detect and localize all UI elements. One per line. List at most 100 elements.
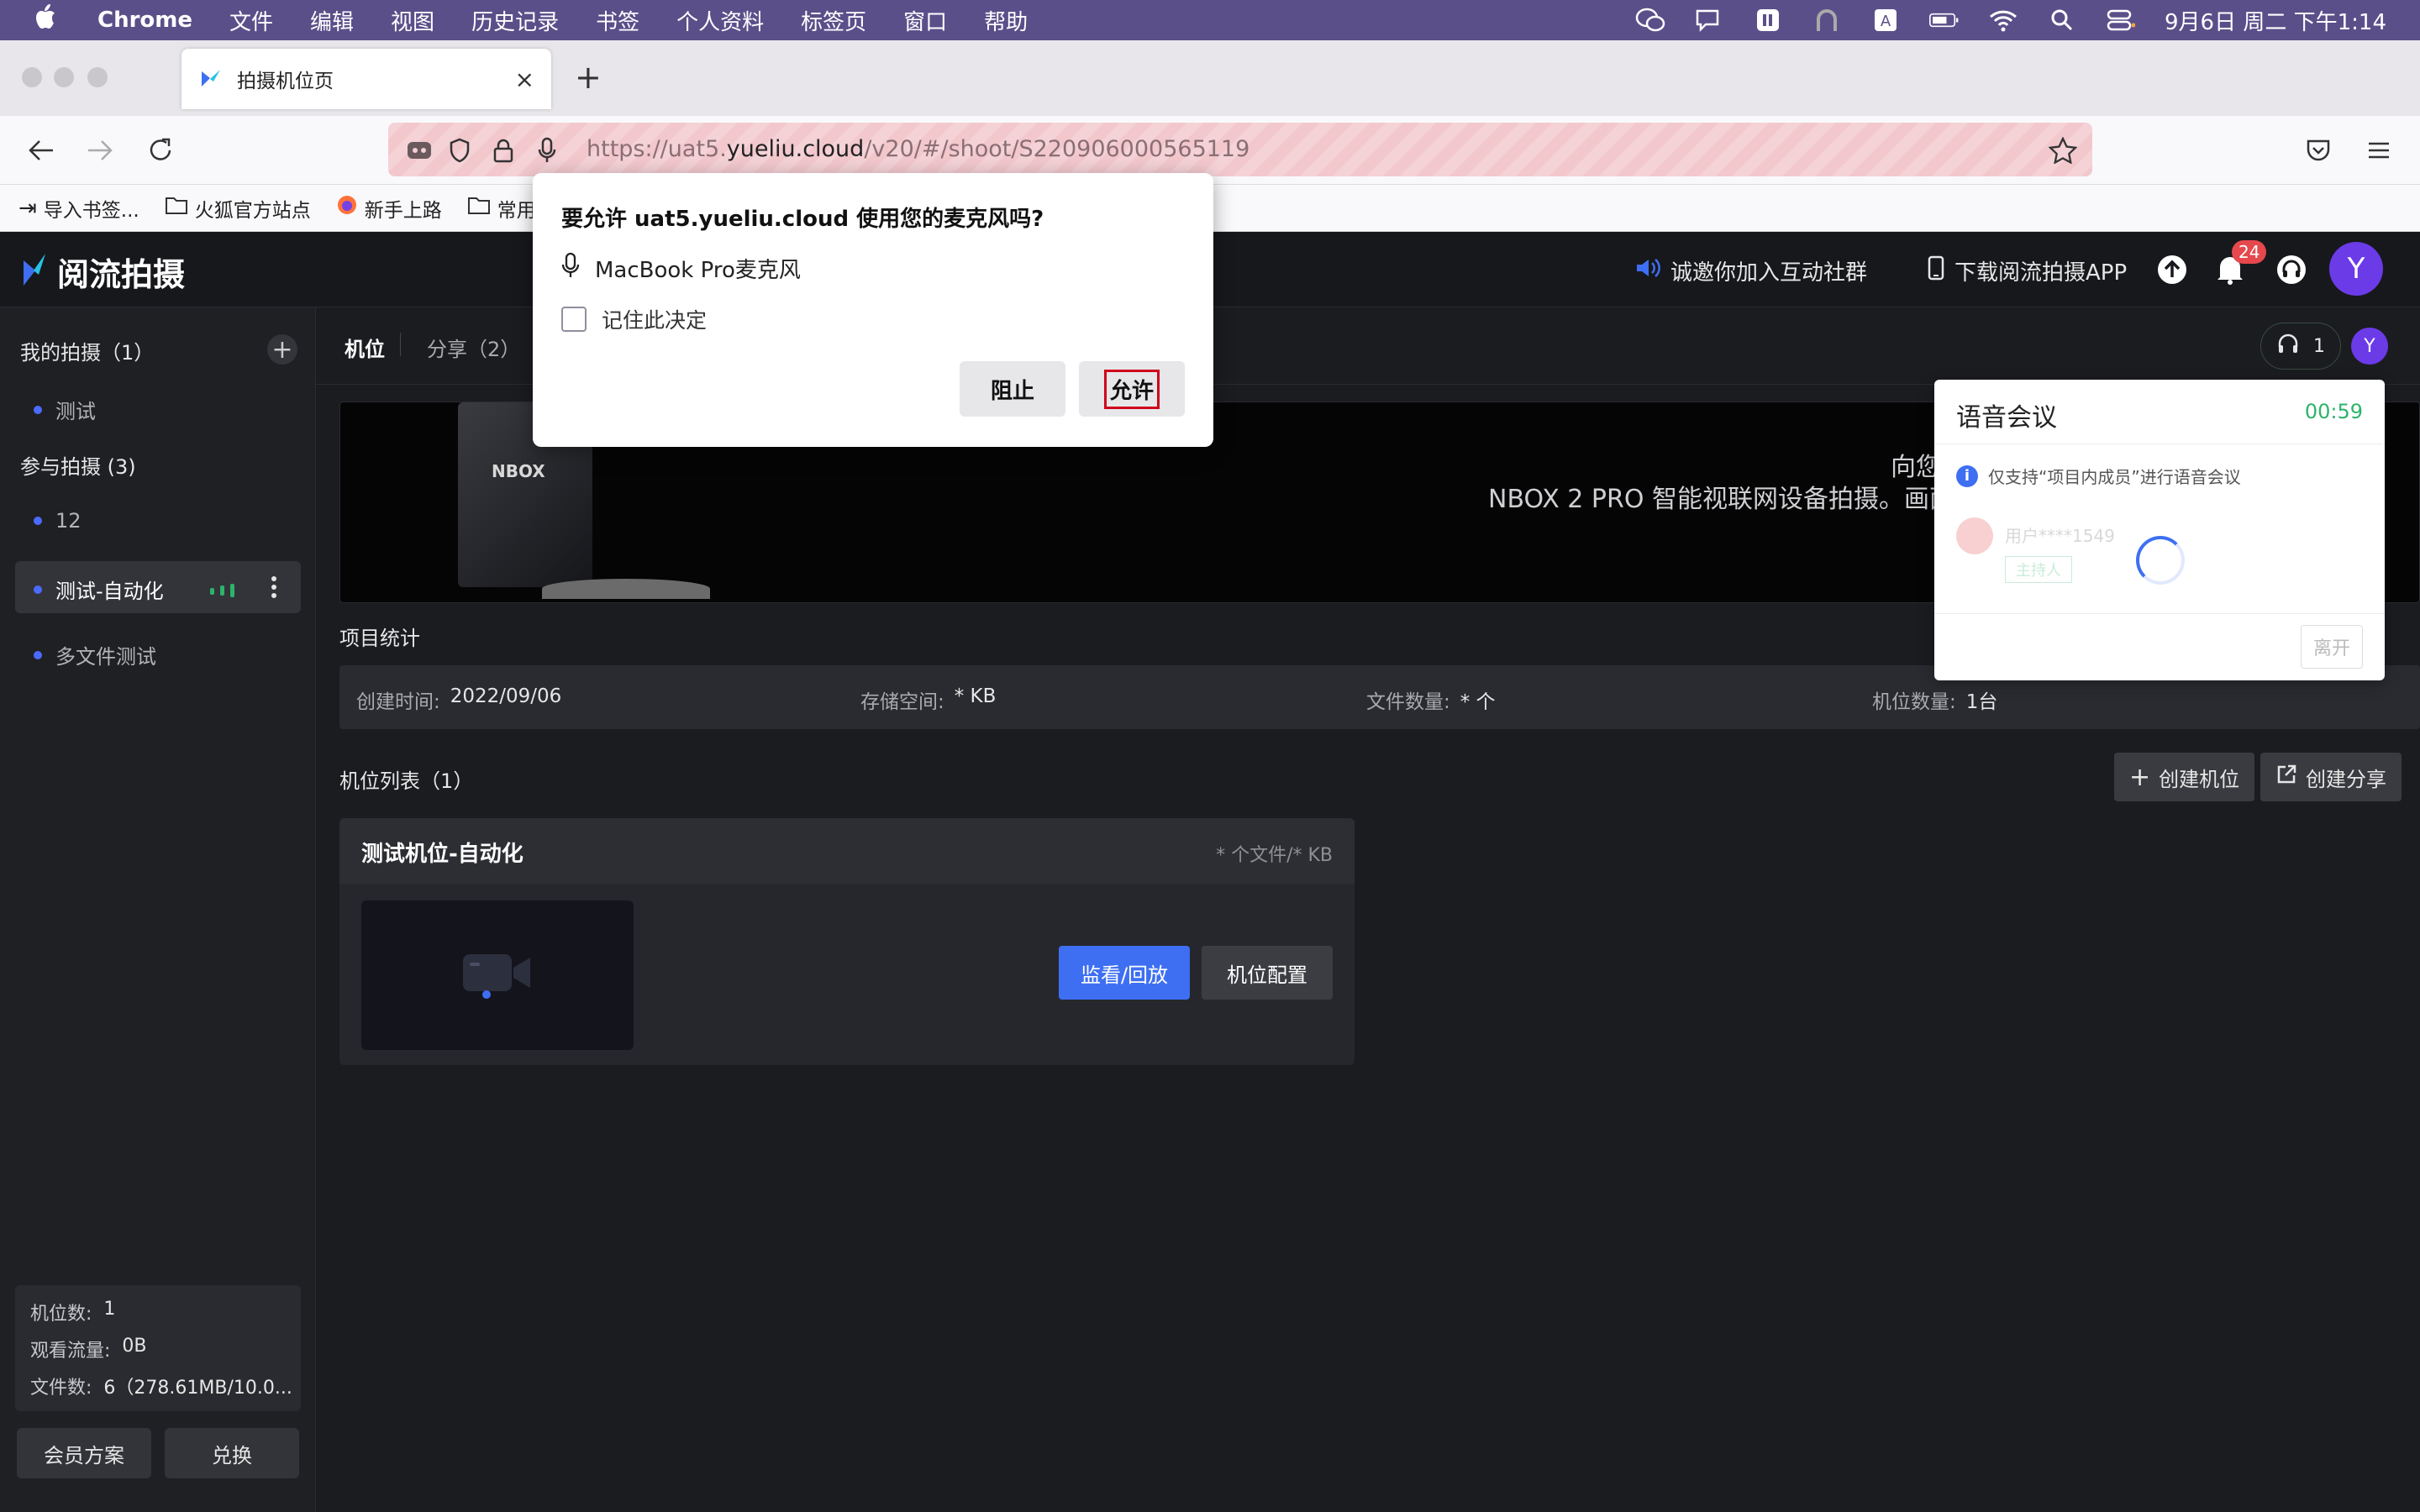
back-arrow-icon[interactable] <box>22 131 60 170</box>
lock-icon[interactable] <box>487 134 519 166</box>
banner-rock-image <box>542 579 710 599</box>
leave-meeting-button[interactable]: 离开 <box>2301 625 2363 669</box>
phone-icon <box>1928 255 1944 286</box>
headset-support-icon[interactable] <box>2275 254 2307 291</box>
spotlight-search-icon[interactable] <box>2047 8 2077 33</box>
user-avatar[interactable]: Y <box>2329 242 2383 296</box>
button-label: 创建机位 <box>2159 767 2240 791</box>
microphone-permission-icon[interactable] <box>531 134 563 166</box>
camera-name: 测试机位-自动化 <box>361 842 523 867</box>
bookmark-firefox-site[interactable]: 火狐官方站点 <box>165 194 311 223</box>
download-app-link[interactable]: 下载阅流拍摄APP <box>1928 255 2127 286</box>
plus-icon: + <box>2129 762 2151 792</box>
ime-icon[interactable] <box>1753 8 1783 33</box>
bookmark-import[interactable]: ⇥ 导入书签... <box>18 194 139 223</box>
menu-view[interactable]: 视图 <box>391 5 434 36</box>
window-zoom-button[interactable] <box>87 67 108 87</box>
star-bookmark-icon[interactable] <box>2047 134 2079 166</box>
redeem-button[interactable]: 兑换 <box>165 1428 299 1478</box>
app-logo[interactable]: 阅流拍摄 <box>22 249 185 295</box>
stat-value: * 个 <box>1460 691 1496 713</box>
menu-profile[interactable]: 个人资料 <box>676 5 764 36</box>
menu-app-name[interactable]: Chrome <box>97 8 192 33</box>
favicon-icon <box>200 68 222 90</box>
robot-mask-icon[interactable] <box>403 134 435 166</box>
more-vertical-icon[interactable] <box>267 575 281 605</box>
url-text: https://uat5.yueliu.cloud/v20/#/shoot/S2… <box>587 136 1250 162</box>
chat-bubble-icon[interactable] <box>1694 8 1724 33</box>
remember-checkbox[interactable] <box>561 307 587 332</box>
allow-button[interactable]: 允许 <box>1079 361 1185 417</box>
url-bar[interactable]: https://uat5.yueliu.cloud/v20/#/shoot/S2… <box>388 123 2092 176</box>
stat-file-count: 文件数量: * 个 <box>1366 685 1496 714</box>
input-source-icon[interactable]: A <box>1870 8 1901 33</box>
remember-label: 记住此决定 <box>602 308 708 333</box>
browser-tab[interactable]: 拍摄机位页 × <box>182 49 551 109</box>
voice-meeting-toggle[interactable]: 1 <box>2260 323 2341 370</box>
voice-user-avatar[interactable]: Y <box>2351 328 2388 365</box>
external-link-icon <box>2275 763 2297 792</box>
clock[interactable]: 9月6日 周二 下午1:14 <box>2165 5 2386 36</box>
speaker-icon <box>1635 257 1660 285</box>
create-position-button[interactable]: + 创建机位 <box>2114 753 2255 801</box>
menu-edit[interactable]: 编辑 <box>310 5 354 36</box>
wifi-icon[interactable] <box>1988 8 2018 33</box>
forward-arrow-icon[interactable] <box>81 131 119 170</box>
create-share-button[interactable]: 创建分享 <box>2260 753 2402 801</box>
tab-title: 拍摄机位页 <box>237 71 334 92</box>
sidebar-item-label: 12 <box>55 509 82 533</box>
join-community-link[interactable]: 诚邀你加入互动社群 <box>1635 255 1867 286</box>
stat-files: 文件数: 6（278.61MB/10.0... <box>30 1373 292 1399</box>
block-button[interactable]: 阻止 <box>960 361 1065 417</box>
camera-thumbnail[interactable] <box>361 900 634 1050</box>
menu-file[interactable]: 文件 <box>229 5 273 36</box>
participant-avatar <box>1956 517 1993 554</box>
member-plan-button[interactable]: 会员方案 <box>17 1428 151 1478</box>
sidebar-item-test-automation[interactable]: 测试-自动化 <box>34 575 164 604</box>
stat-traffic: 观看流量: 0B <box>30 1336 147 1362</box>
menu-bookmarks[interactable]: 书签 <box>596 5 639 36</box>
voice-timer: 00:59 <box>2304 400 2363 423</box>
menu-tabs[interactable]: 标签页 <box>801 5 866 36</box>
folder-icon <box>467 195 491 221</box>
remember-decision-row[interactable]: 记住此决定 <box>561 304 707 334</box>
control-center-icon[interactable] <box>2106 8 2136 33</box>
apple-menu-icon[interactable] <box>34 3 59 37</box>
browser-tab-strip: 拍摄机位页 × + <box>0 40 2420 116</box>
upload-icon[interactable] <box>2156 254 2188 291</box>
reload-icon[interactable] <box>141 131 180 170</box>
voice-participant-count: 1 <box>2313 335 2325 357</box>
pocket-icon[interactable] <box>2299 131 2338 170</box>
bullet-dot <box>34 405 42 414</box>
tab-share[interactable]: 分享（2） <box>427 333 520 362</box>
bookmark-getting-started[interactable]: 新手上路 <box>336 194 442 223</box>
sidebar-item-12[interactable]: 12 <box>34 509 82 533</box>
close-tab-icon[interactable]: × <box>515 66 534 93</box>
battery-icon[interactable] <box>1929 8 1960 33</box>
menu-history[interactable]: 历史记录 <box>471 5 559 36</box>
menu-window[interactable]: 窗口 <box>903 5 947 36</box>
wechat-icon[interactable] <box>1635 8 1665 33</box>
voice-meeting-panel: 语音会议 00:59 i 仅支持“项目内成员”进行语音会议 用户****1549… <box>1934 380 2385 680</box>
app-arch-icon[interactable] <box>1812 8 1842 33</box>
hamburger-menu-icon[interactable] <box>2360 131 2398 170</box>
position-config-button[interactable]: 机位配置 <box>1202 946 1333 1000</box>
add-shoot-button[interactable]: + <box>267 334 297 365</box>
watch-playback-button[interactable]: 监看/回放 <box>1059 946 1190 1000</box>
stat-storage: 存储空间: * KB <box>860 685 996 714</box>
permission-question: 要允许 uat5.yueliu.cloud 使用您的麦克风吗? <box>561 207 1044 232</box>
stat-label: 存储空间: <box>860 691 944 713</box>
window-close-button[interactable] <box>22 67 42 87</box>
tab-positions[interactable]: 机位 <box>345 333 385 362</box>
shield-icon[interactable] <box>444 134 476 166</box>
tab-divider <box>400 333 401 356</box>
new-tab-button[interactable]: + <box>575 59 602 96</box>
window-minimize-button[interactable] <box>54 67 74 87</box>
folder-icon <box>165 195 188 221</box>
sidebar-item-multi-file[interactable]: 多文件测试 <box>34 640 156 669</box>
menu-help[interactable]: 帮助 <box>984 5 1028 36</box>
camera-position-card: 测试机位-自动化 * 个文件/* KB 监看/回放 机位配置 <box>339 818 1355 1065</box>
sidebar-item-test[interactable]: 测试 <box>34 395 96 424</box>
bullet-dot <box>34 517 42 525</box>
headset-icon <box>2276 332 2300 360</box>
